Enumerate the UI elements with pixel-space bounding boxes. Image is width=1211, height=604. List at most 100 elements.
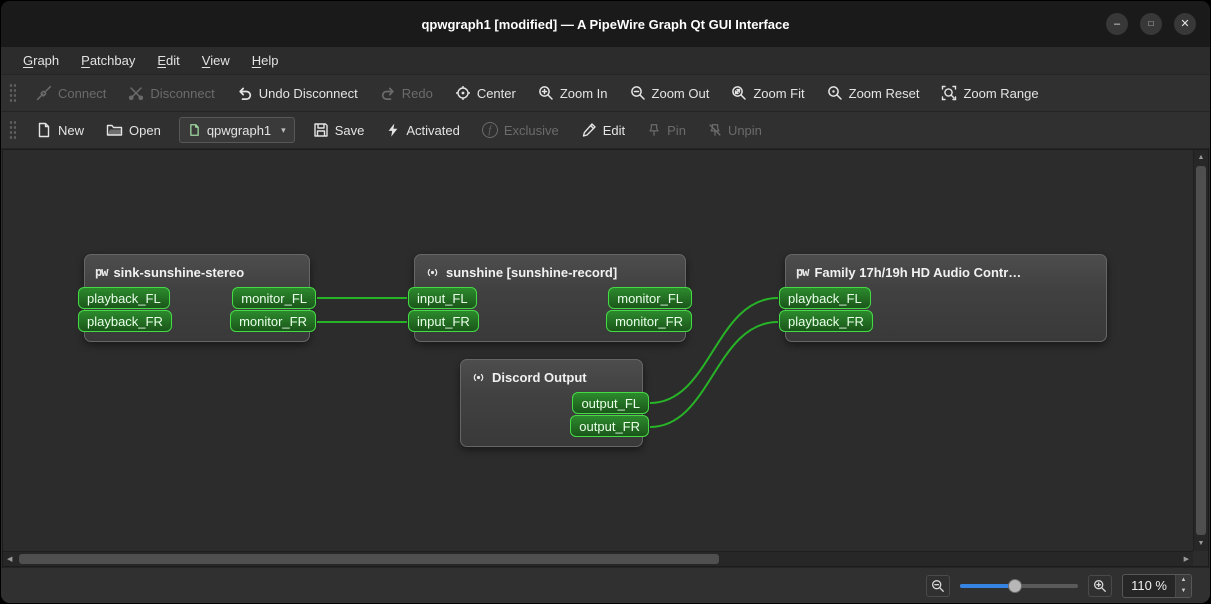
exclusive-icon: f (481, 122, 498, 138)
audio-port-in[interactable]: input_FL (408, 287, 477, 309)
spin-down-arrow[interactable]: ▼ (1176, 585, 1191, 597)
menu-edit[interactable]: Edit (147, 50, 189, 71)
patchbay-selector-value: qpwgraph1 (206, 122, 272, 138)
edit-toggle[interactable]: Edit (577, 118, 629, 142)
scroll-right-arrow[interactable]: ▶ (1180, 552, 1193, 567)
open-folder-icon (106, 124, 123, 136)
audio-port-out[interactable]: monitor_FL (608, 287, 692, 309)
audio-port-out[interactable]: output_FL (572, 392, 649, 414)
zoom-fit-icon (732, 86, 747, 100)
zoom-range-button[interactable]: Zoom Range (937, 81, 1042, 105)
node-title: Family 17h/19h HD Audio Contr… (814, 264, 1022, 280)
scroll-left-arrow[interactable]: ◀ (3, 552, 16, 567)
menubar: Graph Patchbay Edit View Help (1, 47, 1210, 75)
audio-port-in[interactable]: playback_FR (779, 310, 873, 332)
node-title: Discord Output (492, 369, 587, 385)
menu-help[interactable]: Help (242, 50, 289, 71)
connection-wires (316, 297, 779, 428)
toolbar-drag-handle[interactable] (9, 120, 16, 140)
activated-toggle[interactable]: Activated (382, 118, 463, 142)
statusbar-zoom-out-button[interactable] (926, 574, 951, 597)
audio-port-in[interactable]: input_FR (408, 310, 479, 332)
exclusive-toggle[interactable]: f Exclusive (478, 118, 563, 142)
vertical-scrollbar-thumb[interactable] (1196, 166, 1206, 535)
redo-button[interactable]: Redo (376, 81, 437, 105)
zoom-in-icon (1094, 579, 1106, 592)
patchbay-selector[interactable]: qpwgraph1 ▾ (178, 117, 295, 143)
menu-graph[interactable]: Graph (13, 50, 69, 71)
audio-port-in[interactable]: playback_FL (78, 287, 170, 309)
pencil-icon (582, 123, 596, 137)
node-discord-output[interactable]: Discord Output output_FL output_FR (460, 359, 649, 447)
undo-disconnect-button[interactable]: Undo Disconnect (233, 81, 362, 105)
zoom-level-spinbox[interactable]: 110 % ▲ ▼ (1122, 573, 1192, 598)
spin-up-arrow[interactable]: ▲ (1176, 574, 1191, 586)
node-title: sink-sunshine-stereo (113, 264, 245, 280)
audio-port-out[interactable]: monitor_FR (606, 310, 692, 332)
audio-port-in[interactable]: playback_FR (78, 310, 172, 332)
statusbar: 110 % ▲ ▼ (1, 567, 1210, 603)
open-patchbay-button[interactable]: Open (102, 118, 165, 142)
zoom-in-icon (538, 86, 553, 100)
titlebar[interactable]: qpwgraph1 [modified] — A PipeWire Graph … (1, 1, 1210, 47)
vertical-scrollbar[interactable]: ▲ ▼ (1193, 150, 1208, 551)
statusbar-zoom-in-button[interactable] (1088, 574, 1113, 597)
chevron-down-icon: ▾ (281, 124, 286, 135)
zoom-level-value: 110 % (1131, 578, 1167, 593)
node-sink-sunshine-stereo[interactable]: pw sink-sunshine-stereo playback_FL moni… (78, 254, 316, 342)
graph-canvas[interactable]: pw sink-sunshine-stereo playback_FL moni… (3, 150, 1193, 551)
disconnect-icon (129, 87, 144, 101)
pin-button[interactable]: Pin (643, 118, 690, 142)
audio-port-out[interactable]: monitor_FL (232, 287, 316, 309)
zoom-in-button[interactable]: Zoom In (534, 81, 612, 105)
canvas-area: pw sink-sunshine-stereo playback_FL moni… (2, 149, 1209, 567)
zoom-out-icon (630, 86, 645, 100)
connect-button[interactable]: Connect (32, 81, 110, 105)
patchbay-file-icon (190, 124, 199, 136)
zoom-out-icon (932, 579, 944, 592)
pin-icon (649, 124, 659, 136)
undo-icon (239, 87, 251, 100)
speaker-icon (473, 373, 484, 381)
horizontal-scrollbar[interactable]: ◀ ▶ (3, 551, 1193, 566)
center-button[interactable]: Center (451, 81, 520, 105)
redo-icon (381, 87, 394, 100)
connect-icon (36, 85, 52, 101)
scrollbar-corner (1193, 551, 1208, 566)
audio-port-out[interactable]: monitor_FR (230, 310, 316, 332)
unpin-button[interactable]: Unpin (704, 118, 766, 142)
scroll-up-arrow[interactable]: ▲ (1194, 150, 1209, 165)
zoom-slider-handle[interactable] (1008, 578, 1023, 593)
node-title: sunshine [sunshine-record] (446, 264, 618, 280)
zoom-slider[interactable] (960, 578, 1079, 594)
zoom-reset-icon (827, 86, 842, 100)
new-file-icon (38, 122, 50, 138)
node-sunshine[interactable]: sunshine [sunshine-record] input_FL moni… (408, 254, 692, 342)
menu-patchbay[interactable]: Patchbay (71, 50, 145, 71)
app-window: qpwgraph1 [modified] — A PipeWire Graph … (0, 0, 1211, 604)
horizontal-scrollbar-thumb[interactable] (19, 554, 719, 564)
lightning-bolt-icon (388, 123, 398, 137)
center-icon (455, 86, 470, 100)
disconnect-button[interactable]: Disconnect (124, 81, 218, 105)
audio-port-in[interactable]: playback_FL (779, 287, 871, 309)
pipewire-icon: pw (796, 265, 809, 279)
speaker-icon (427, 268, 438, 276)
toolbar-drag-handle[interactable] (9, 83, 16, 103)
close-button[interactable]: ✕ (1174, 13, 1196, 35)
zoom-fit-button[interactable]: Zoom Fit (727, 81, 808, 105)
node-family-hd-audio[interactable]: pw Family 17h/19h HD Audio Contr… playba… (779, 254, 1107, 342)
audio-port-out[interactable]: output_FR (570, 415, 649, 437)
minimize-button[interactable]: – (1106, 13, 1128, 35)
maximize-button[interactable]: □ (1140, 13, 1162, 35)
scroll-down-arrow[interactable]: ▼ (1194, 536, 1209, 551)
pipewire-icon: pw (95, 265, 108, 279)
zoom-out-button[interactable]: Zoom Out (626, 81, 714, 105)
save-patchbay-button[interactable]: Save (309, 118, 369, 142)
new-patchbay-button[interactable]: New (32, 118, 88, 142)
unpin-icon (709, 124, 721, 136)
zoom-range-icon (942, 85, 957, 101)
zoom-reset-button[interactable]: Zoom Reset (823, 81, 924, 105)
menu-view[interactable]: View (192, 50, 240, 71)
window-controls: – □ ✕ (1106, 1, 1196, 47)
